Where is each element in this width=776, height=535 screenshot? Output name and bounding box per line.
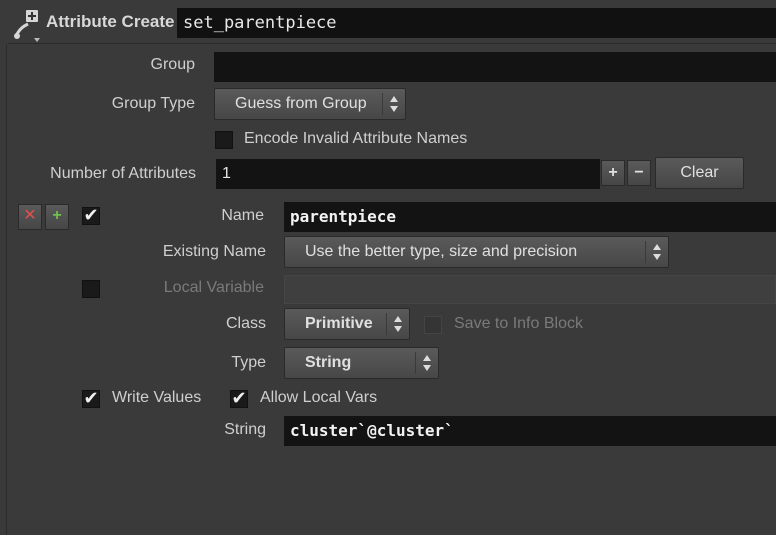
updown-arrows-icon (390, 96, 398, 112)
checkmark-icon: ✔ (83, 388, 99, 408)
dropdown-separator (382, 93, 383, 115)
save-to-info-checkbox[interactable] (424, 316, 442, 334)
remove-instance-icon[interactable]: ✕ (18, 204, 42, 230)
type-dropdown[interactable]: String (284, 347, 439, 379)
remove-attribute-button[interactable]: − (627, 160, 651, 186)
existing-name-dropdown[interactable]: Use the better type, size and precision (284, 236, 669, 268)
attribute-create-node-icon[interactable] (12, 8, 46, 42)
group-label: Group (150, 56, 195, 73)
group-field[interactable] (214, 52, 776, 82)
class-value: Primitive (305, 315, 373, 332)
node-header: Attribute Create set_parentpiece (0, 0, 776, 44)
dropdown-separator (386, 313, 387, 335)
dropdown-separator (645, 241, 646, 263)
type-label: Type (231, 354, 266, 371)
class-label: Class (225, 315, 266, 332)
insert-instance-icon[interactable]: + (45, 204, 69, 230)
clear-button[interactable]: Clear (655, 157, 744, 189)
group-type-value: Guess from Group (235, 95, 367, 112)
string-label: String (224, 421, 266, 438)
node-name-field[interactable]: set_parentpiece (177, 8, 776, 38)
node-type-label: Attribute Create (46, 12, 175, 31)
type-value: String (305, 354, 352, 371)
num-attributes-field[interactable]: 1 (216, 159, 600, 189)
allow-local-vars-label: Allow Local Vars (260, 389, 378, 406)
updown-arrows-icon (653, 244, 661, 260)
checkmark-icon: ✔ (231, 388, 247, 408)
encode-invalid-checkbox[interactable] (215, 131, 233, 149)
updown-arrows-icon (423, 355, 431, 371)
local-variable-checkbox[interactable] (82, 280, 100, 298)
write-values-label: Write Values (112, 389, 202, 406)
group-type-dropdown[interactable]: Guess from Group (214, 88, 406, 120)
name-field[interactable]: parentpiece (284, 202, 776, 232)
updown-arrows-icon (394, 316, 402, 332)
class-dropdown[interactable]: Primitive (284, 308, 410, 340)
string-field[interactable]: cluster`@cluster` (284, 416, 776, 446)
dropdown-separator (415, 352, 416, 374)
existing-name-value: Use the better type, size and precision (305, 243, 578, 260)
num-attributes-label: Number of Attributes (50, 165, 196, 182)
existing-name-label: Existing Name (162, 243, 266, 260)
checkmark-icon: ✔ (83, 205, 99, 225)
add-attribute-button[interactable]: + (601, 160, 625, 186)
encode-invalid-label: Encode Invalid Attribute Names (244, 130, 468, 147)
group-type-label: Group Type (111, 95, 195, 112)
local-variable-label: Local Variable (163, 279, 264, 296)
name-label: Name (221, 207, 264, 224)
save-to-info-label: Save to Info Block (454, 315, 583, 332)
local-variable-field[interactable] (284, 275, 776, 304)
